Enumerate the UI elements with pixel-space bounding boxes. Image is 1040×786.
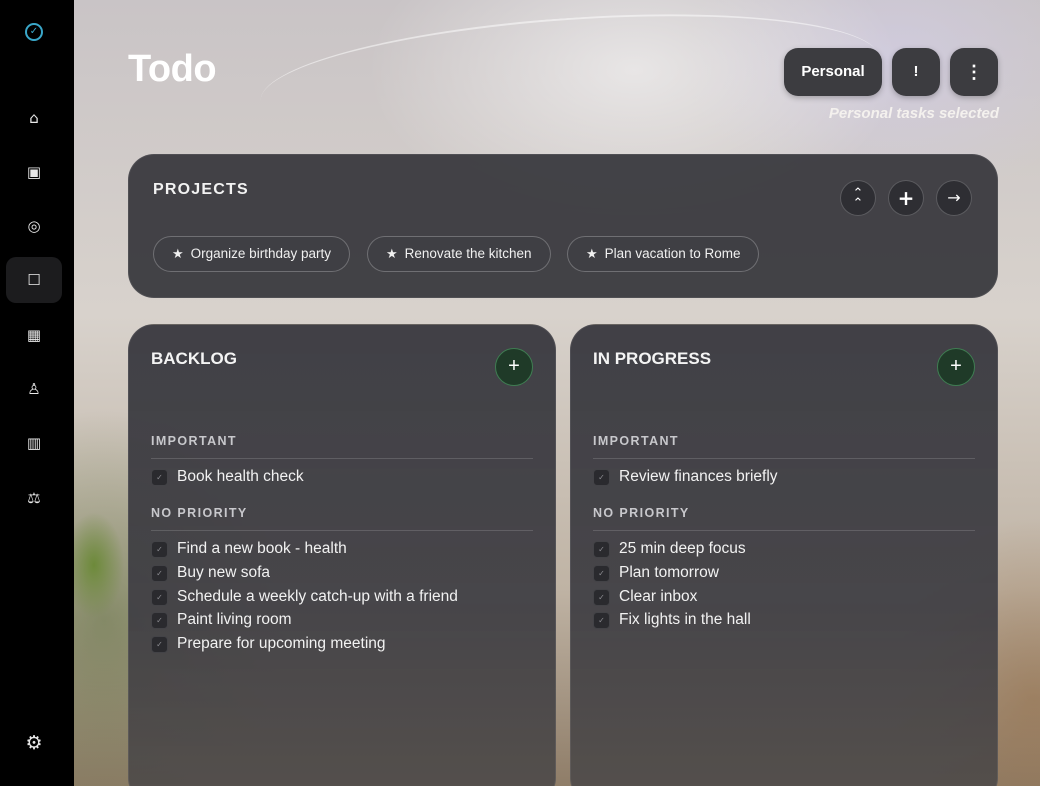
calculator-icon[interactable]: ▥ bbox=[6, 420, 62, 466]
task-checkbox[interactable]: ✓ bbox=[151, 588, 168, 606]
task-checkbox[interactable]: ✓ bbox=[593, 540, 610, 558]
add-task-button[interactable]: + bbox=[495, 348, 533, 386]
backlog-column: BACKLOG + IMPORTANT ✓ Book health check N… bbox=[128, 324, 556, 786]
project-chip[interactable]: ★ Renovate the kitchen bbox=[367, 236, 551, 272]
task-checkbox[interactable]: ✓ bbox=[151, 468, 168, 486]
balance-icon[interactable]: ⚖ bbox=[6, 475, 62, 521]
target-icon[interactable]: ◎ bbox=[6, 203, 62, 249]
task-label: Paint living room bbox=[177, 611, 292, 628]
project-chip[interactable]: ★ Organize birthday party bbox=[153, 236, 350, 272]
task-item[interactable]: ✓ Clear inbox bbox=[593, 588, 697, 608]
task-label: Plan tomorrow bbox=[619, 564, 719, 581]
task-checkbox[interactable]: ✓ bbox=[151, 611, 168, 629]
task-checkbox[interactable]: ✓ bbox=[593, 588, 610, 606]
project-chip-label: Plan vacation to Rome bbox=[604, 246, 741, 261]
inbox-icon[interactable]: ▣ bbox=[6, 149, 62, 195]
projects-panel: PROJECTS ⌃ ⌃ + → ★ Organize birthday party… bbox=[128, 154, 998, 298]
column-title: IN PROGRESS bbox=[593, 349, 712, 368]
project-chip[interactable]: ★ Plan vacation to Rome bbox=[567, 236, 760, 272]
more-options-button[interactable]: ⋮ bbox=[950, 48, 998, 96]
group-label-no-priority: NO PRIORITY bbox=[593, 506, 690, 520]
calendar-icon[interactable]: ▦ bbox=[6, 312, 62, 358]
column-title: BACKLOG bbox=[151, 349, 237, 368]
task-item[interactable]: ✓ Find a new book - health bbox=[151, 540, 347, 560]
settings-icon[interactable]: ⚙ bbox=[6, 720, 62, 766]
star-icon: ★ bbox=[386, 247, 398, 262]
task-label: Fix lights in the hall bbox=[619, 611, 751, 628]
task-label: 25 min deep focus bbox=[619, 540, 746, 557]
divider bbox=[593, 530, 975, 531]
app-logo-icon[interactable]: ✓ bbox=[25, 23, 43, 41]
background-plant bbox=[74, 505, 134, 635]
collapse-projects-button[interactable]: ⌃ ⌃ bbox=[840, 180, 876, 216]
task-item[interactable]: ✓ Prepare for upcoming meeting bbox=[151, 635, 386, 655]
task-item[interactable]: ✓ Schedule a weekly catch-up with a frien… bbox=[151, 588, 458, 608]
task-label: Book health check bbox=[177, 468, 304, 485]
projects-title: PROJECTS bbox=[153, 181, 249, 198]
task-checkbox[interactable]: ✓ bbox=[151, 540, 168, 558]
home-icon[interactable]: ⌂ bbox=[6, 95, 62, 141]
sidebar: ✓ ⌂ ▣ ◎ ☐ ▦ ♙ ▥ ⚖ ⚙ bbox=[0, 0, 74, 786]
project-chip-label: Organize birthday party bbox=[190, 246, 331, 261]
task-label: Clear inbox bbox=[619, 588, 698, 605]
task-label: Find a new book - health bbox=[177, 540, 347, 557]
add-task-button[interactable]: + bbox=[937, 348, 975, 386]
divider bbox=[151, 530, 533, 531]
page-title: Todo bbox=[128, 48, 217, 90]
task-label: Buy new sofa bbox=[177, 564, 271, 581]
mode-status-text: Personal tasks selected bbox=[828, 105, 999, 122]
star-icon: ★ bbox=[586, 247, 598, 262]
group-label-important: IMPORTANT bbox=[593, 434, 679, 448]
task-item[interactable]: ✓ Fix lights in the hall bbox=[593, 611, 751, 631]
task-label: Review finances briefly bbox=[619, 468, 778, 485]
task-item[interactable]: ✓ Plan tomorrow bbox=[593, 564, 719, 584]
divider bbox=[151, 458, 533, 459]
divider bbox=[593, 458, 975, 459]
priority-filter-button[interactable]: ! bbox=[892, 48, 940, 96]
task-item[interactable]: ✓ Book health check bbox=[151, 468, 304, 488]
next-projects-button[interactable]: → bbox=[936, 180, 972, 216]
task-checkbox[interactable]: ✓ bbox=[593, 564, 610, 582]
task-checkbox[interactable]: ✓ bbox=[593, 468, 610, 486]
group-label-important: IMPORTANT bbox=[151, 434, 237, 448]
personal-mode-button[interactable]: Personal bbox=[784, 48, 882, 96]
meditation-icon[interactable]: ♙ bbox=[6, 366, 62, 412]
todo-icon[interactable]: ☐ bbox=[6, 257, 62, 303]
task-label: Prepare for upcoming meeting bbox=[177, 635, 386, 652]
task-item[interactable]: ✓ Review finances briefly bbox=[593, 468, 778, 488]
task-checkbox[interactable]: ✓ bbox=[593, 611, 610, 629]
in-progress-column: IN PROGRESS + IMPORTANT ✓ Review finances… bbox=[570, 324, 998, 786]
add-project-button[interactable]: + bbox=[888, 180, 924, 216]
task-item[interactable]: ✓ 25 min deep focus bbox=[593, 540, 746, 560]
group-label-no-priority: NO PRIORITY bbox=[151, 506, 248, 520]
task-checkbox[interactable]: ✓ bbox=[151, 564, 168, 582]
double-chevron-up-icon: ⌃ ⌃ bbox=[852, 185, 864, 211]
task-label: Schedule a weekly catch-up with a friend bbox=[177, 588, 458, 605]
task-item[interactable]: ✓ Buy new sofa bbox=[151, 564, 270, 584]
project-chip-label: Renovate the kitchen bbox=[404, 246, 532, 261]
star-icon: ★ bbox=[172, 247, 184, 262]
task-item[interactable]: ✓ Paint living room bbox=[151, 611, 292, 631]
task-checkbox[interactable]: ✓ bbox=[151, 635, 168, 653]
